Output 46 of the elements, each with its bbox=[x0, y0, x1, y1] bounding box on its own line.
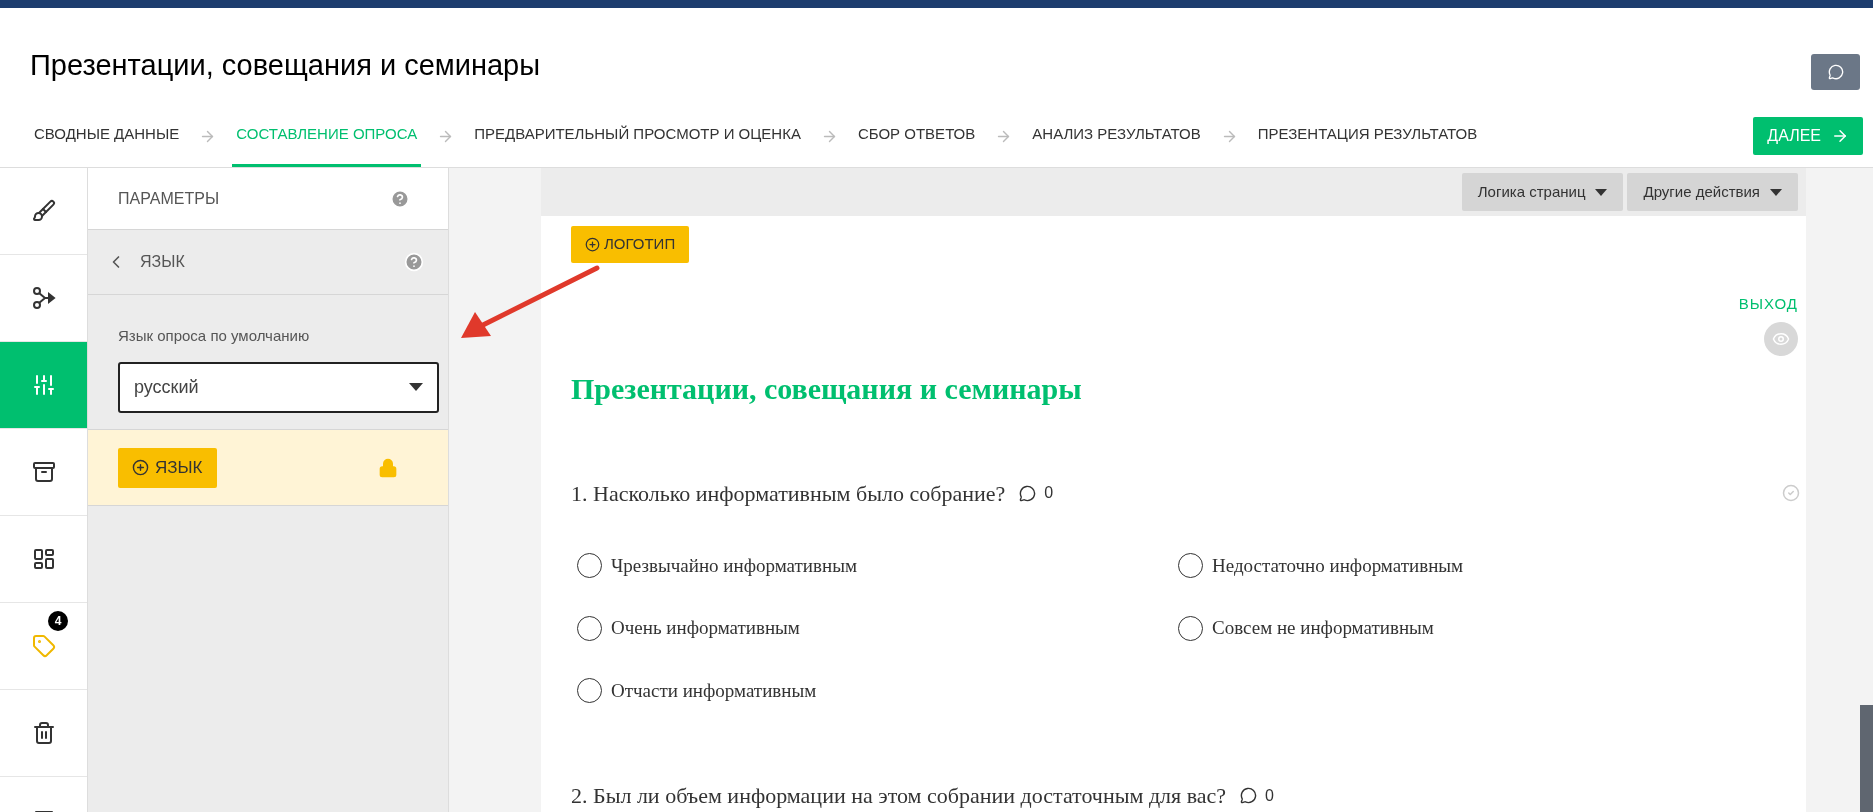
dropdown-button[interactable]: Другие действия bbox=[1627, 173, 1798, 211]
caret-icon bbox=[409, 383, 423, 391]
field-label: Язык опроса по умолчанию bbox=[118, 326, 311, 346]
step-tab[interactable]: ПРЕЗЕНТАЦИЯ РЕЗУЛЬТАТОВ bbox=[1253, 105, 1482, 167]
option-label: Недостаточно информативным bbox=[1212, 553, 1464, 578]
question-text: 2. Был ли объем информации на этом собрании достаточным для вас? bbox=[571, 782, 1227, 810]
help-icon[interactable] bbox=[404, 252, 424, 272]
caret-icon bbox=[1770, 188, 1782, 196]
plus-icon bbox=[132, 459, 149, 476]
scrollbar-thumb[interactable] bbox=[1860, 705, 1873, 812]
layout-icon bbox=[31, 547, 56, 571]
survey-title: Презентации, совещания и семинары bbox=[571, 370, 1083, 407]
brush-icon bbox=[31, 199, 56, 223]
step-tab[interactable]: СВОДНЫЕ ДАННЫЕ bbox=[30, 105, 184, 167]
language-select[interactable]: русский bbox=[118, 361, 439, 413]
option-label: Очень информативным bbox=[611, 616, 800, 640]
branch-arrow-icon bbox=[31, 286, 56, 310]
comment-icon bbox=[1827, 63, 1844, 80]
logo-button[interactable]: ЛОГОТИП bbox=[571, 226, 690, 263]
option-label: Совсем не информативным bbox=[1212, 616, 1434, 640]
count-badge: 4 bbox=[48, 611, 68, 631]
add-language-button[interactable]: ЯЗЫК bbox=[118, 447, 217, 488]
plus-icon bbox=[585, 237, 600, 252]
option-label: Отчасти информативным bbox=[611, 678, 817, 703]
tag-icon bbox=[31, 634, 56, 658]
caret-icon bbox=[1595, 188, 1608, 196]
section-title: ЯЗЫК bbox=[140, 252, 186, 272]
arrow-icon bbox=[1831, 127, 1849, 145]
check-icon bbox=[1782, 484, 1800, 502]
step-tab[interactable]: ПРЕДВАРИТЕЛЬНЫЙ ПРОСМОТР И ОЦЕНКА bbox=[470, 105, 805, 167]
page-title: Презентации, совещания и семинары bbox=[30, 47, 541, 83]
feedback-button[interactable] bbox=[1811, 53, 1860, 90]
comment-count: 0 bbox=[1265, 785, 1274, 806]
question-text: 1. Насколько информативным было собрание? bbox=[571, 479, 1006, 508]
panel-title: ПАРАМЕТРЫ bbox=[118, 188, 220, 209]
comment-icon[interactable] bbox=[1240, 787, 1258, 804]
step-tab[interactable]: СБОР ОТВЕТОВ bbox=[853, 105, 980, 167]
trash-icon bbox=[31, 721, 56, 745]
option-label: Чрезвычайно информативным bbox=[611, 553, 857, 578]
sliders-icon bbox=[31, 373, 56, 397]
comment-icon[interactable] bbox=[1019, 484, 1037, 502]
step-tab[interactable]: АНАЛИЗ РЕЗУЛЬТАТОВ bbox=[1028, 105, 1205, 167]
dropdown-button[interactable]: Логика страниц bbox=[1461, 173, 1624, 211]
help-icon[interactable] bbox=[390, 188, 410, 209]
comment-count: 0 bbox=[1044, 483, 1054, 503]
box-icon bbox=[31, 460, 56, 484]
